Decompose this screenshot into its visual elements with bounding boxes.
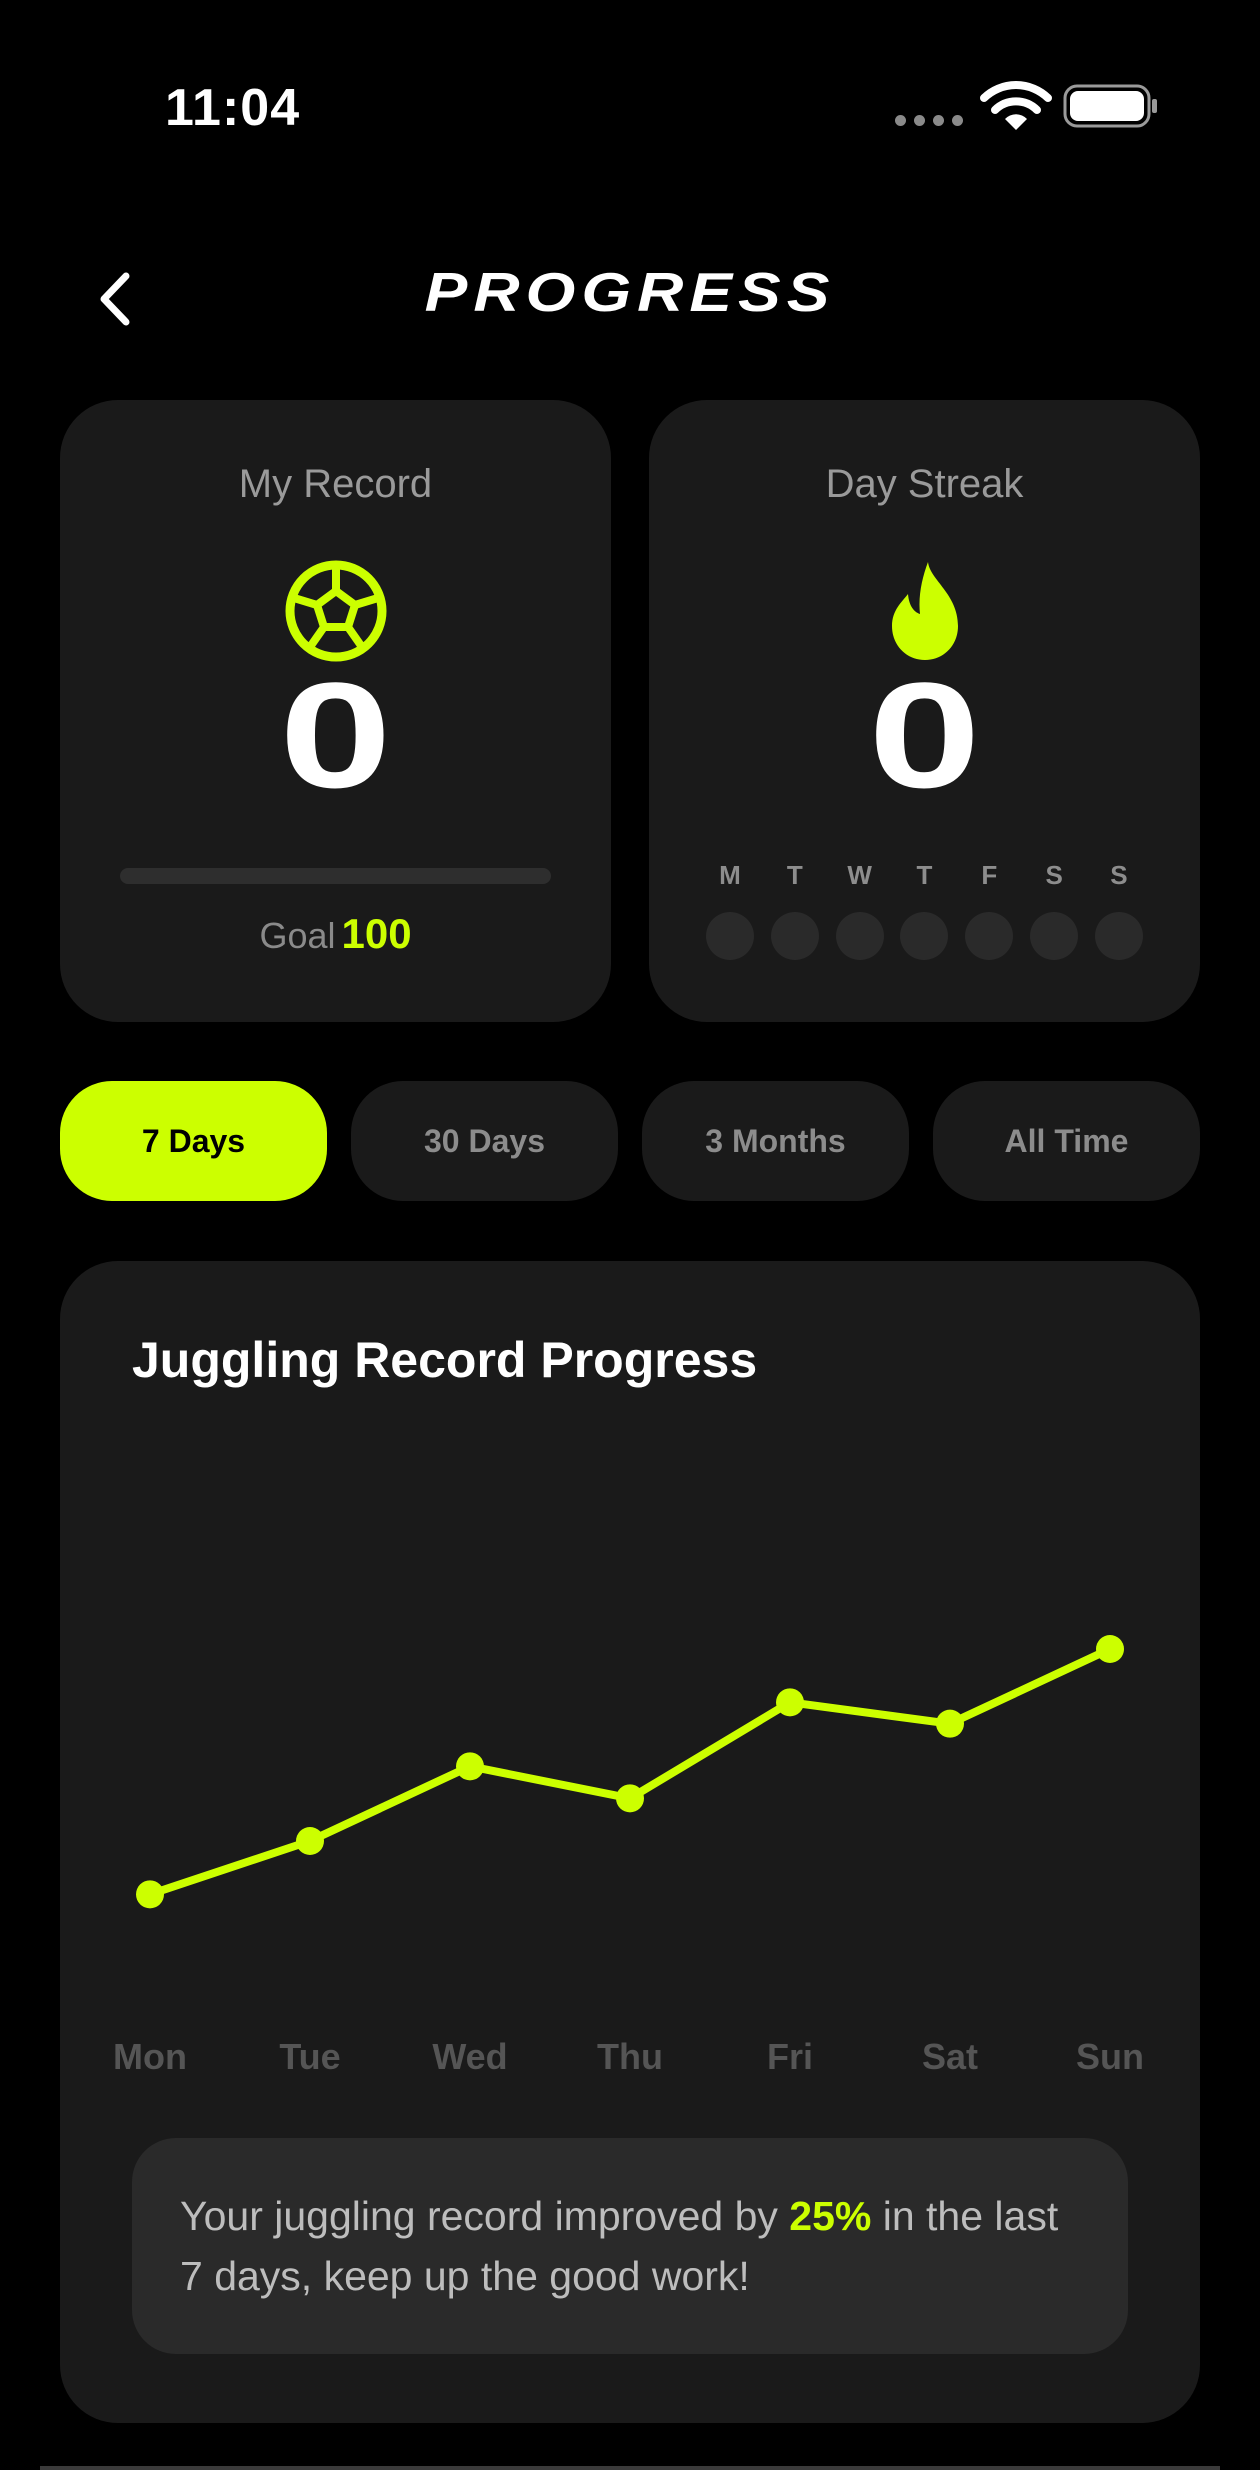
summary-highlight: 25% [789,2193,872,2239]
data-point [776,1688,804,1717]
streak-day-dot [770,912,819,960]
day-streak-label: Day Streak [825,462,1024,506]
goal-text: Goal 100 [60,910,611,958]
page-title: PROGRESS [424,261,836,323]
data-point [296,1827,324,1855]
home-indicator [40,2466,1220,2470]
weekday-label: W [847,860,872,890]
streak-day-dot [1094,912,1143,960]
day-streak-card: Day Streak 0 M T W T F S S [649,400,1200,1022]
progress-chart-card: Mon Tue Wed Thu Fri Sat Sun Juggling Record Pr… [60,1261,1200,2423]
status-time: 11:04 [165,79,301,137]
series-line [146,1645,1114,1899]
x-tick-label: Thu [597,2036,663,2077]
weekday-label: M [719,860,741,890]
x-tick-label: Tue [279,2036,340,2077]
goal-label: Goal [259,915,336,956]
weekday-labels: M T W T F S S [706,860,1143,891]
cellular-signal-icon [895,115,963,126]
battery-icon [1063,84,1157,128]
streak-day-dot [965,912,1014,960]
x-tick-label: Sun [1076,2036,1144,2077]
streak-day-dot [1030,912,1079,960]
x-tick-label: Sat [922,2036,978,2077]
streak-day-dots [706,912,1143,960]
x-tick-label: Wed [432,2036,507,2077]
weekday-label: S [1110,860,1128,890]
chart-title: Juggling Record Progress [132,1332,758,1388]
weekday-label: S [1045,860,1063,890]
goal-value: 100 [341,910,412,957]
weekday-label: F [981,860,998,890]
data-point [616,1784,644,1813]
streak-value: 0 [868,651,981,819]
streak-day-dot [835,912,884,960]
data-point [136,1880,164,1909]
flame-icon [891,562,958,660]
tab-30-days[interactable]: 30 Days [351,1081,618,1201]
goal-progress-bar [120,868,551,884]
tab-7-days[interactable]: 7 Days [60,1081,327,1201]
tab-all-time[interactable]: All Time [933,1081,1200,1201]
x-tick-label: Fri [767,2036,813,2077]
my-record-card: My Record 0 Goal 100 [60,400,611,1022]
streak-day-dot [900,912,949,960]
x-tick-label: Mon [113,2036,187,2077]
streak-day-dot [706,912,754,960]
soccer-ball-icon [285,560,386,662]
weekday-label: T [786,860,803,890]
my-record-label: My Record [238,462,433,506]
summary-prefix: Your juggling record improved by [180,2193,790,2239]
wifi-icon [980,81,1052,130]
data-point [456,1752,484,1781]
data-point [1096,1635,1124,1663]
progress-summary: Your juggling record improved by 25% in … [132,2138,1128,2354]
data-point [936,1709,964,1738]
period-tabs: 7 Days 30 Days 3 Months All Time [60,1081,1200,1201]
tab-3-months[interactable]: 3 Months [642,1081,909,1201]
weekday-label: T [916,860,933,890]
